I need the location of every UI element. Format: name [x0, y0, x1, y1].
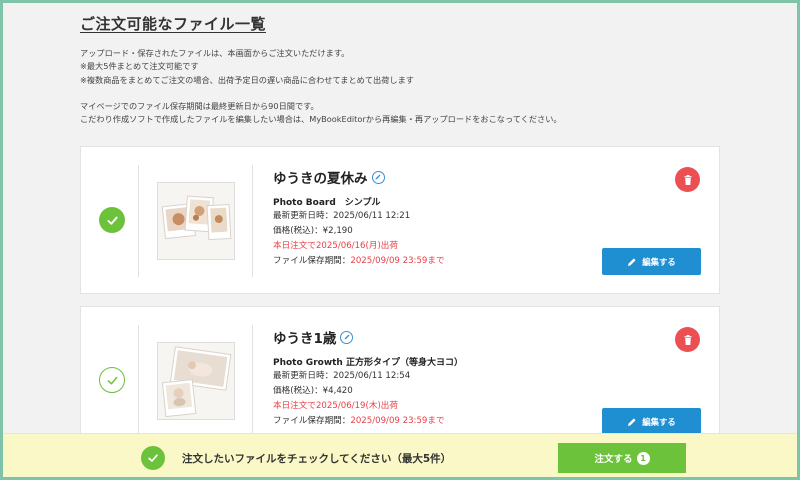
delete-button[interactable]: [675, 327, 700, 352]
edit-button-label: 編集する: [642, 256, 676, 267]
thumbnail-column: [139, 325, 253, 437]
delete-button[interactable]: [675, 167, 700, 192]
photo-board-image: [158, 183, 234, 259]
ship-date: 本日注文で2025/06/19(木)出荷: [273, 401, 398, 411]
order-button[interactable]: 注文する 1: [558, 443, 686, 473]
footer-message: 注文したいファイルをチェックしてください（最大5件）: [182, 453, 452, 465]
thumbnail-photo-board[interactable]: [157, 182, 235, 260]
rename-button[interactable]: [340, 330, 354, 344]
price: 価格(税込)：¥4,420: [273, 386, 353, 396]
footer-check-badge: [141, 446, 165, 470]
note-line: ※最大5件まとめて注文可能です: [80, 61, 199, 72]
pencil-icon: [344, 334, 350, 340]
storage-period: ファイル保存期間：2025/09/09 23:59まで: [273, 414, 463, 429]
pencil-icon: [375, 174, 381, 180]
rename-button[interactable]: [371, 170, 385, 184]
file-info: ゆうきの夏休み Photo Board シンプル 最新更新日時：2025/06/…: [273, 167, 445, 269]
check-icon: [148, 454, 158, 462]
order-footer: 注文したいファイルをチェックしてください（最大5件） 注文する 1: [0, 433, 800, 480]
pencil-icon: [628, 257, 636, 266]
ship-date: 本日注文で2025/06/16(月)出荷: [273, 241, 398, 251]
name-row: ゆうきの夏休み: [273, 167, 445, 187]
thumbnail-photo-growth[interactable]: [157, 342, 235, 420]
order-button-label: 注文する: [594, 454, 633, 465]
check-icon: [106, 216, 118, 225]
file-card: ゆうきの夏休み Photo Board シンプル 最新更新日時：2025/06/…: [80, 146, 720, 294]
name-row: ゆうき1歳: [273, 327, 463, 347]
product-name: Photo Growth 正方形タイプ（等身大ヨコ）: [273, 358, 463, 368]
updated-time: 最新更新日時：2025/06/11 12:54: [273, 371, 411, 381]
select-checkbox[interactable]: [99, 207, 125, 233]
product-name: Photo Board シンプル: [273, 198, 381, 208]
edit-button-label: 編集する: [642, 416, 676, 427]
storage-value: 2025/09/09 23:59まで: [350, 256, 445, 266]
photo-growth-image: [158, 343, 234, 419]
file-card: ゆうき1歳 Photo Growth 正方形タイプ（等身大ヨコ） 最新更新日時：…: [80, 306, 720, 454]
check-icon: [107, 376, 117, 384]
note-line: ※複数商品をまとめてご注文の場合、出荷予定日の遅い商品に合わせてまとめて出荷しま…: [80, 74, 414, 85]
storage-label: ファイル保存期間：: [273, 256, 351, 266]
check-column: [81, 165, 139, 277]
note-line: マイページでのファイル保存期間は最終更新日から90日間です。: [80, 100, 319, 111]
file-name: ゆうき1歳: [273, 331, 337, 347]
trash-icon: [684, 174, 691, 185]
thumbnail-column: [139, 165, 253, 277]
order-count-badge: 1: [636, 451, 650, 465]
notes: アップロード・保存されたファイルは、本画面からご注文いただけます。 ※最大5件ま…: [80, 47, 562, 126]
trash-icon: [684, 334, 691, 345]
file-name: ゆうきの夏休み: [273, 171, 368, 187]
check-column: [81, 325, 139, 437]
note-line: アップロード・保存されたファイルは、本画面からご注文いただけます。: [80, 48, 350, 58]
file-info: ゆうき1歳 Photo Growth 正方形タイプ（等身大ヨコ） 最新更新日時：…: [273, 327, 463, 429]
storage-period: ファイル保存期間：2025/09/09 23:59まで: [273, 254, 445, 269]
updated-time: 最新更新日時：2025/06/11 12:21: [273, 211, 411, 221]
select-checkbox[interactable]: [99, 367, 125, 393]
edit-button[interactable]: 編集する: [602, 248, 701, 275]
note-line: こだわり作成ソフトで作成したファイルを編集したい場合は、MyBookEditor…: [80, 114, 562, 125]
pencil-icon: [628, 417, 636, 426]
price: 価格(税込)：¥2,190: [273, 226, 353, 236]
storage-label: ファイル保存期間：: [273, 416, 351, 426]
storage-value: 2025/09/09 23:59まで: [350, 416, 445, 426]
edit-button[interactable]: 編集する: [602, 408, 701, 435]
page-title: ご注文可能なファイル一覧: [80, 15, 267, 33]
